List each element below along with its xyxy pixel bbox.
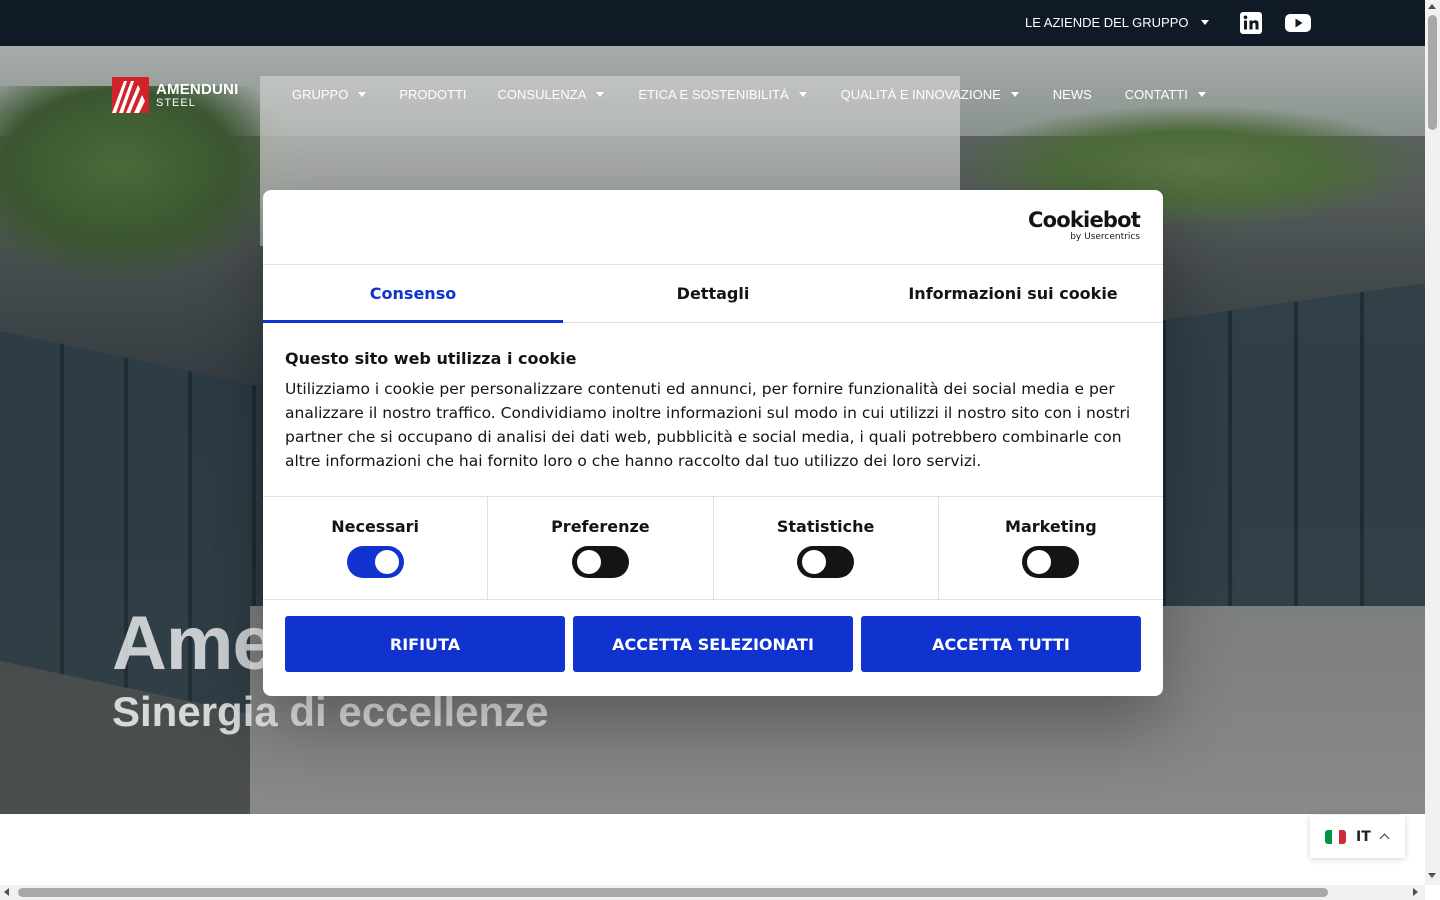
statistiche-toggle[interactable] [797, 546, 855, 578]
flag-stripe [1325, 829, 1332, 844]
vertical-scrollbar[interactable] [1425, 0, 1440, 885]
youtube-icon[interactable] [1285, 12, 1311, 34]
toggle-label: Marketing [1005, 517, 1097, 536]
linkedin-icon[interactable] [1240, 12, 1262, 34]
toggle-group-statistiche: Statistiche [714, 497, 939, 599]
nav-item-label: NEWS [1052, 87, 1092, 102]
language-code: IT [1356, 828, 1371, 845]
toggle-group-preferenze: Preferenze [488, 497, 714, 599]
scroll-down-arrow-icon[interactable] [1428, 873, 1436, 878]
nav-item-qualita-innovazione[interactable]: QUALITÀ E INNOVAZIONE [841, 87, 1019, 102]
marketing-toggle[interactable] [1022, 546, 1080, 578]
scroll-left-arrow-icon[interactable] [4, 888, 9, 896]
vertical-scroll-thumb[interactable] [1428, 15, 1437, 130]
italy-flag-icon [1325, 829, 1346, 844]
preferenze-toggle[interactable] [571, 546, 629, 578]
cookie-category-toggles: Necessari Preferenze Statistiche Marketi… [263, 496, 1163, 600]
logo-line-2: STEEL [156, 96, 196, 109]
flag-stripe [1332, 829, 1339, 844]
caret-down-icon [1010, 92, 1019, 97]
logo-mark-icon [112, 77, 149, 113]
page: LE AZIENDE DEL GRUPPO AMENDUNI STEEL GRU… [0, 0, 1440, 900]
cookiebot-logo: Cookiebot by Usercentrics [1028, 208, 1141, 243]
accept-all-button[interactable]: ACCETTA TUTTI [861, 616, 1141, 672]
nav-item-news[interactable]: NEWS [1053, 87, 1092, 102]
language-switcher[interactable]: IT [1310, 815, 1405, 858]
nav-item-label: PRODOTTI [399, 87, 467, 102]
scroll-right-arrow-icon[interactable] [1413, 888, 1418, 896]
top-bar: LE AZIENDE DEL GRUPPO [0, 0, 1425, 46]
nav-item-label: CONSULENZA [497, 87, 587, 102]
hero-title: Ame [112, 601, 275, 686]
caret-down-icon [596, 92, 605, 97]
toggle-label: Statistiche [776, 517, 875, 536]
necessari-toggle[interactable] [346, 546, 404, 578]
cookie-tabs: Consenso Dettagli Informazioni sui cooki… [263, 264, 1163, 323]
toggle-label: Necessari [331, 517, 420, 536]
toggle-group-necessari: Necessari [263, 497, 489, 599]
caret-down-icon [798, 92, 807, 97]
cookie-dialog-text: Utilizziamo i cookie per personalizzare … [285, 380, 1131, 470]
nav-item-gruppo[interactable]: GRUPPO [292, 87, 367, 102]
toggle-knob [802, 550, 827, 574]
nav-item-label: CONTATTI [1124, 87, 1188, 102]
toggle-knob [1027, 550, 1052, 574]
logo-text: AMENDUNI STEEL [156, 82, 238, 109]
hero-background-trees [0, 86, 300, 286]
reject-button[interactable]: RIFIUTA [285, 616, 565, 672]
nav-item-label: ETICA E SOSTENIBILITÀ [638, 87, 789, 102]
caret-down-icon [1200, 20, 1209, 25]
nav-item-label: GRUPPO [292, 87, 349, 102]
nav-item-etica-sostenibilita[interactable]: ETICA E SOSTENIBILITÀ [638, 87, 807, 102]
horizontal-scrollbar[interactable] [0, 885, 1425, 900]
nav-item-contatti[interactable]: CONTATTI [1125, 87, 1206, 102]
cookiebot-brand-sub: by Usercentrics [1070, 232, 1140, 242]
toggle-group-marketing: Marketing [939, 497, 1163, 599]
nav-item-prodotti[interactable]: PRODOTTI [399, 87, 466, 102]
toggle-knob [576, 550, 601, 574]
nav-item-label: QUALITÀ E INNOVAZIONE [840, 87, 1001, 102]
nav-item-consulenza[interactable]: CONSULENZA [498, 87, 605, 102]
group-companies-label: LE AZIENDE DEL GRUPPO [1025, 15, 1189, 30]
tab-dettagli[interactable]: Dettagli [563, 265, 863, 322]
chevron-up-icon [1379, 833, 1390, 844]
accept-selected-button[interactable]: ACCETTA SELEZIONATI [573, 616, 853, 672]
toggle-knob [374, 550, 399, 574]
tab-consenso[interactable]: Consenso [263, 265, 563, 323]
cookie-dialog-title: Questo sito web utilizza i cookie [285, 349, 577, 368]
logo-line-1: AMENDUNI [156, 80, 239, 98]
site-logo[interactable]: AMENDUNI STEEL [112, 77, 238, 113]
main-nav: GRUPPO PRODOTTI CONSULENZA ETICA E SOSTE… [292, 87, 1206, 102]
caret-down-icon [1197, 92, 1206, 97]
cookie-consent-dialog: Cookiebot by Usercentrics Consenso Detta… [263, 190, 1163, 696]
toggle-label: Preferenze [551, 517, 650, 536]
caret-down-icon [358, 92, 367, 97]
group-companies-menu[interactable]: LE AZIENDE DEL GRUPPO [1025, 15, 1209, 30]
horizontal-scroll-thumb[interactable] [18, 888, 1328, 897]
scroll-up-arrow-icon[interactable] [1428, 4, 1436, 9]
cookiebot-brand-name: Cookiebot [1028, 208, 1141, 232]
cookie-button-row: RIFIUTA ACCETTA SELEZIONATI ACCETTA TUTT… [285, 616, 1141, 672]
tab-informazioni-cookie[interactable]: Informazioni sui cookie [863, 265, 1163, 322]
flag-stripe [1339, 829, 1346, 844]
